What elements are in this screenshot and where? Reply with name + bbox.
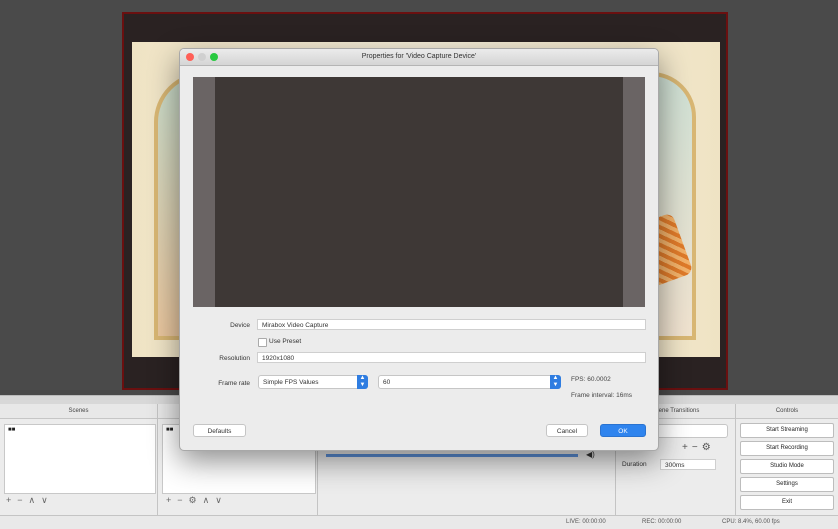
duration-field[interactable]: 300ms: [660, 459, 716, 470]
use-preset-label: Use Preset: [269, 338, 302, 345]
frame-rate-mode-value: Simple FPS Values: [263, 379, 319, 386]
fps-readout: FPS: 60.0002: [571, 376, 611, 383]
live-timer: LIVE: 00:00:00: [566, 519, 606, 525]
start-recording-button[interactable]: Start Recording: [740, 441, 834, 456]
move-down-icon[interactable]: ∨: [41, 495, 54, 505]
frame-rate-value: 60: [383, 379, 391, 386]
scenes-panel: Scenes ■■ +−∧∨: [0, 404, 158, 516]
move-up-icon[interactable]: ∧: [29, 495, 42, 505]
scenes-header: Scenes: [0, 404, 157, 419]
chevron-updown-icon: ▲ ▼: [357, 375, 368, 389]
duration-label: Duration: [622, 461, 647, 468]
resolution-field[interactable]: 1920x1080: [257, 352, 646, 363]
gear-icon[interactable]: ⚙: [189, 495, 203, 505]
device-label: Device: [230, 322, 250, 329]
sources-toolbar: +−⚙∧∨: [166, 495, 228, 506]
controls-header: Controls: [736, 404, 838, 419]
add-transition-icon[interactable]: +: [682, 442, 692, 453]
add-scene-icon[interactable]: +: [6, 495, 17, 505]
remove-transition-icon[interactable]: −: [692, 442, 702, 453]
volume-slider[interactable]: [326, 454, 578, 457]
start-streaming-button[interactable]: Start Streaming: [740, 423, 834, 438]
cancel-button[interactable]: Cancel: [546, 424, 588, 437]
controls-panel: Controls Start Streaming Start Recording…: [736, 404, 838, 516]
chevron-updown-icon: ▲ ▼: [550, 375, 561, 389]
frame-rate-select[interactable]: 60 ▲ ▼: [378, 375, 561, 389]
cpu-readout: CPU: 8.4%, 60.00 fps: [722, 519, 780, 525]
transition-toolbar: +−⚙: [682, 442, 715, 453]
device-field[interactable]: Mirabox Video Capture: [257, 319, 646, 330]
remove-source-icon[interactable]: −: [177, 495, 188, 505]
settings-button[interactable]: Settings: [740, 477, 834, 492]
rec-timer: REC: 00:00:00: [642, 519, 682, 525]
move-up-icon[interactable]: ∧: [203, 495, 216, 505]
scenes-toolbar: +−∧∨: [6, 495, 54, 506]
exit-button[interactable]: Exit: [740, 495, 834, 510]
resolution-label: Resolution: [219, 355, 250, 362]
move-down-icon[interactable]: ∨: [215, 495, 228, 505]
defaults-button[interactable]: Defaults: [193, 424, 246, 437]
remove-scene-icon[interactable]: −: [17, 495, 28, 505]
status-bar: LIVE: 00:00:00 REC: 00:00:00 CPU: 8.4%, …: [0, 515, 838, 529]
add-source-icon[interactable]: +: [166, 495, 177, 505]
frame-rate-mode-select[interactable]: Simple FPS Values ▲ ▼: [258, 375, 368, 389]
scenes-list[interactable]: ■■: [4, 424, 156, 494]
source-preview: [193, 77, 645, 307]
scene-item[interactable]: ■■: [5, 425, 155, 435]
ok-button[interactable]: OK: [600, 424, 646, 437]
frame-rate-label: Frame rate: [218, 380, 250, 387]
speaker-icon[interactable]: ◀): [586, 450, 595, 459]
dialog-title: Properties for 'Video Capture Device': [361, 53, 477, 60]
source-preview-frame: [215, 77, 623, 307]
gear-icon[interactable]: ⚙: [702, 442, 715, 453]
dialog-titlebar[interactable]: Properties for 'Video Capture Device': [180, 49, 658, 66]
properties-dialog: Properties for 'Video Capture Device' De…: [179, 48, 659, 451]
studio-mode-button[interactable]: Studio Mode: [740, 459, 834, 474]
use-preset-checkbox[interactable]: [258, 338, 267, 347]
frame-interval-readout: Frame interval: 16ms: [571, 392, 633, 399]
